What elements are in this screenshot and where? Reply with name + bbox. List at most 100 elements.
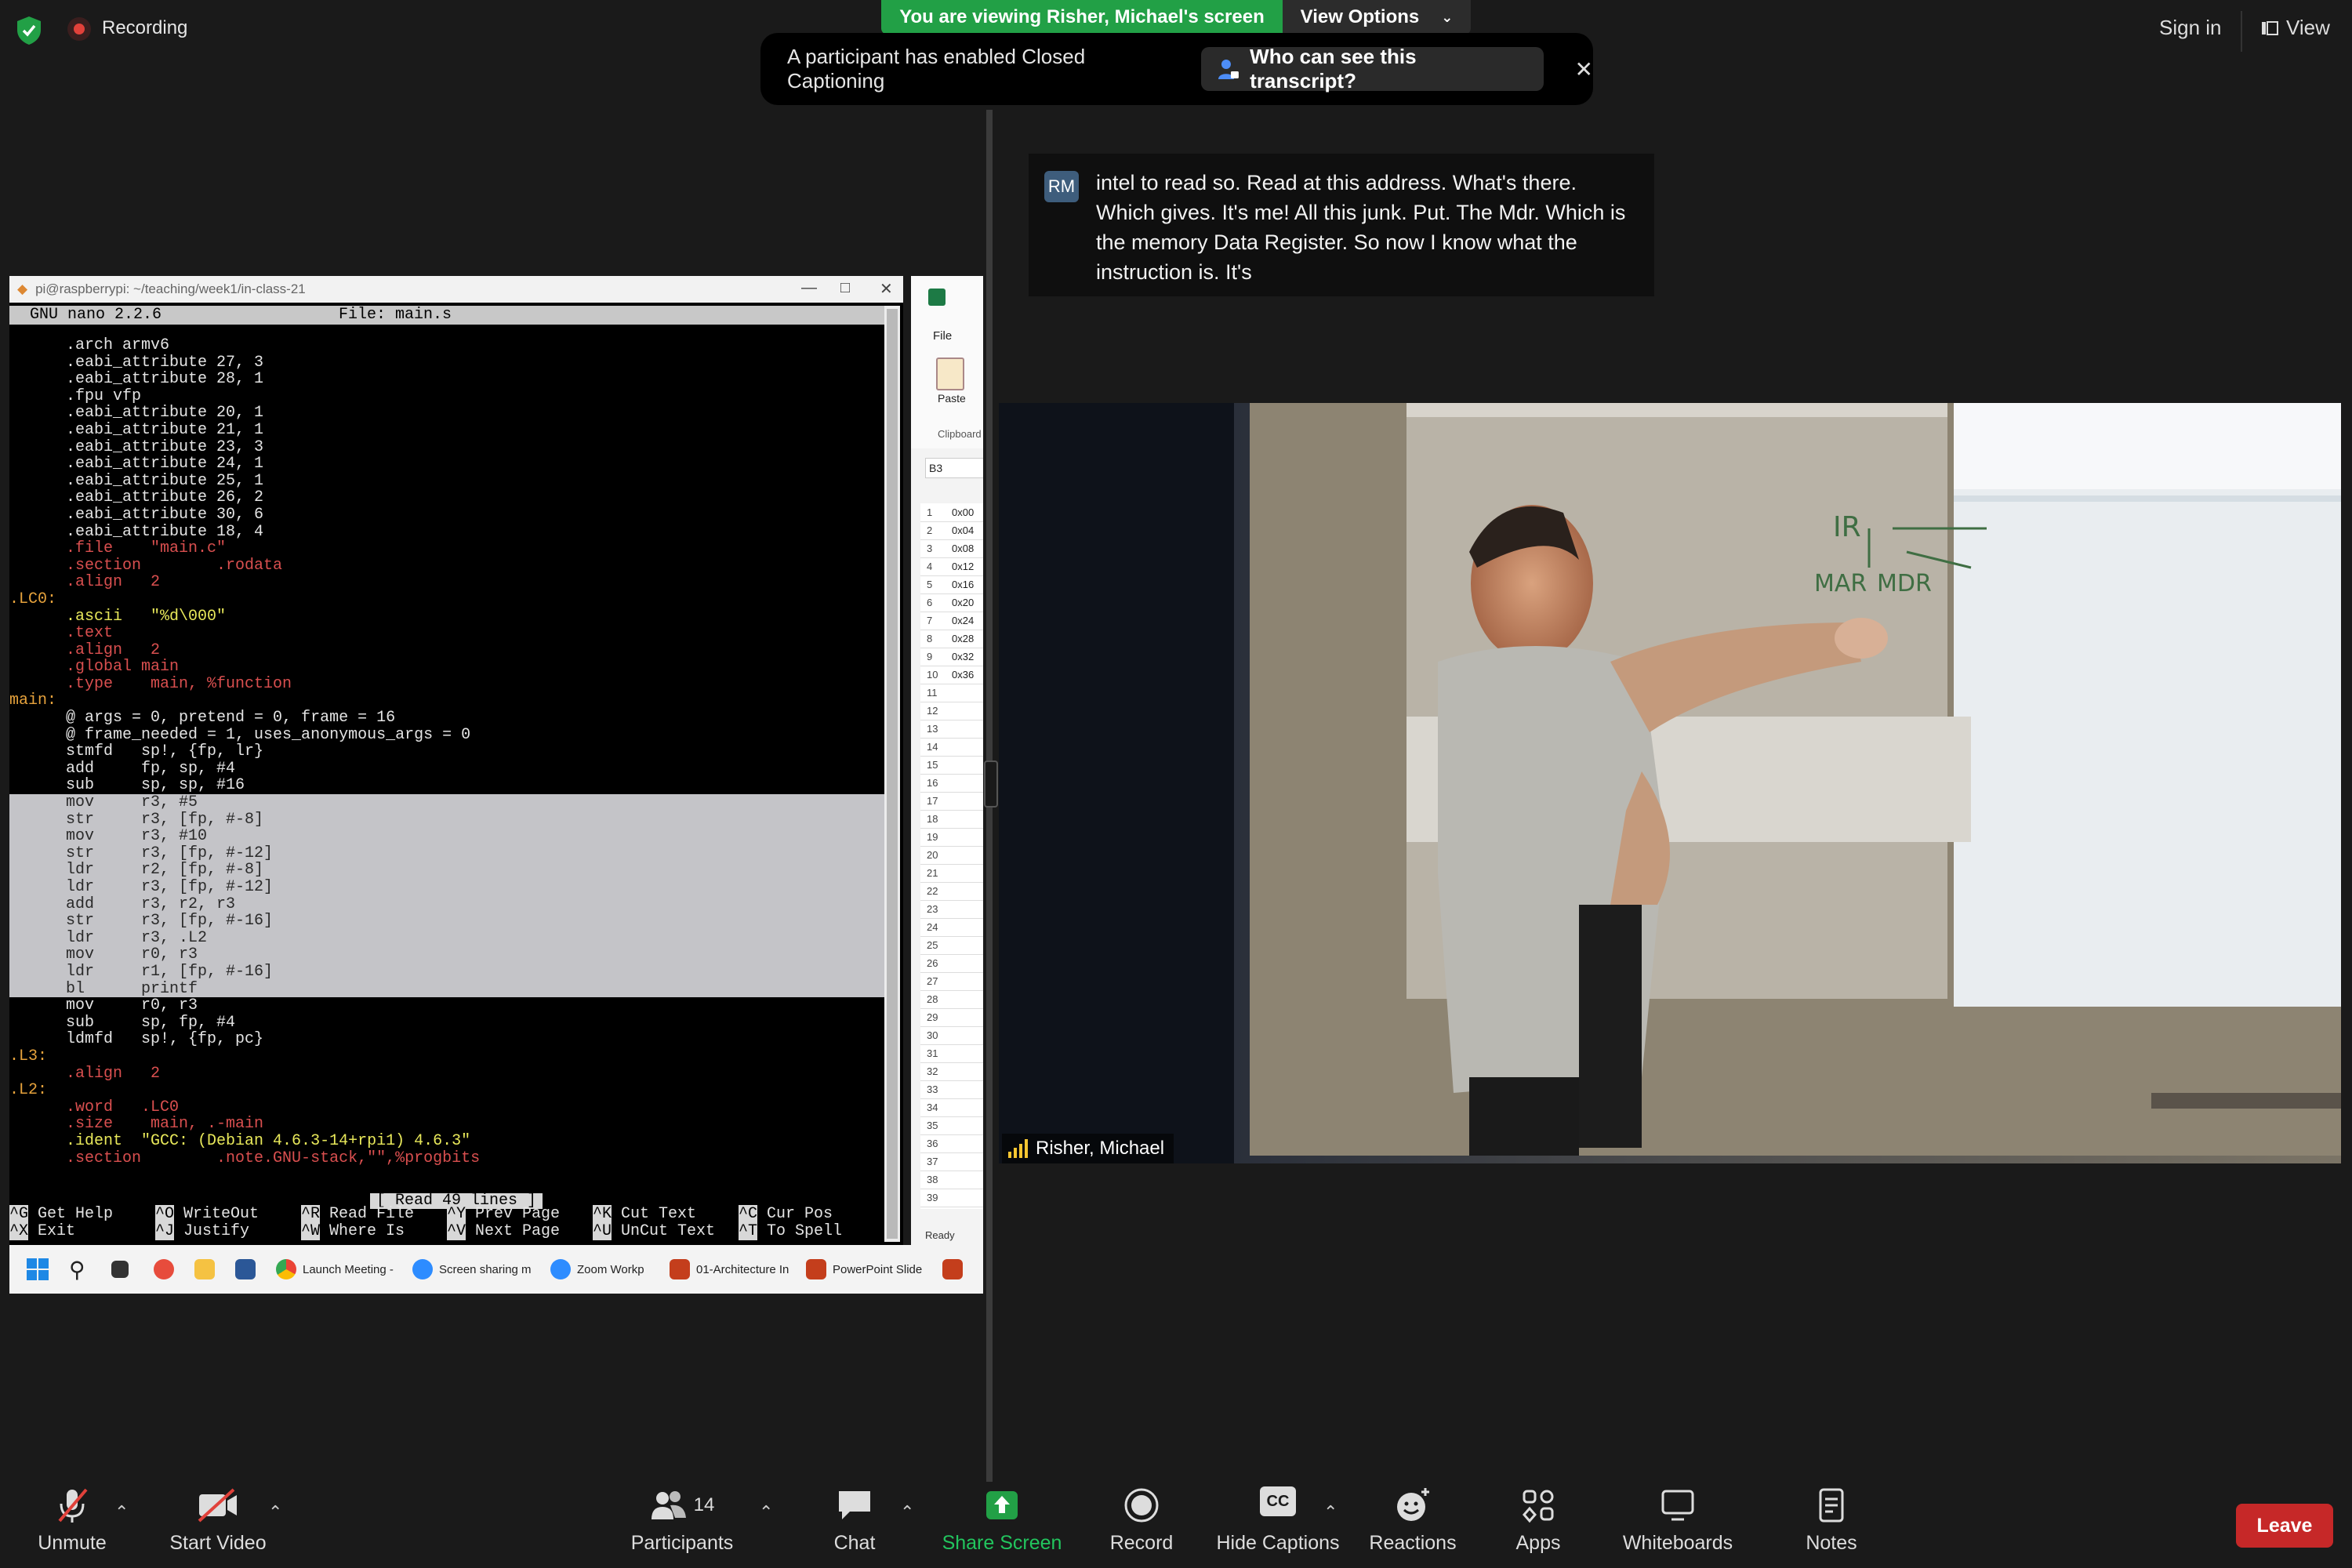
view-label: View [2286,16,2330,39]
excel-row[interactable]: 39 [920,1189,983,1207]
excel-row[interactable]: 7 0x24 [920,612,983,630]
window-close-icon[interactable]: ✕ [880,279,893,299]
excel-row[interactable]: 16 [920,774,983,793]
windows-start-icon[interactable] [27,1245,49,1294]
excel-row[interactable]: 8 0x28 [920,630,983,648]
excel-row[interactable]: 37 [920,1152,983,1171]
excel-row[interactable]: 38 [920,1171,983,1189]
taskbar-architecture-pptx[interactable]: 01-Architecture In [670,1245,789,1294]
view-options-button[interactable]: View Options ⌄ [1283,0,1471,34]
notes-button[interactable]: Notes [1761,1486,1902,1555]
excel-row[interactable]: 11 [920,684,983,702]
start-video-button[interactable]: Start Video [147,1486,289,1555]
share-screen-button[interactable]: Share Screen [931,1486,1073,1555]
excel-row[interactable]: 22 [920,882,983,901]
excel-cell[interactable]: 0x32 [952,651,974,662]
speaker-video[interactable]: IR MAR MDR [999,403,2341,1163]
split-drag-handle[interactable] [984,760,998,808]
close-icon[interactable]: ✕ [1575,56,1593,82]
taskbar-screen-sharing[interactable]: Screen sharing m [412,1245,532,1294]
excel-row[interactable]: 36 [920,1134,983,1153]
video-options-caret-icon[interactable]: ⌃ [268,1502,282,1523]
chevron-down-icon: ⌄ [1441,9,1454,25]
excel-row[interactable]: 1 0x00 [920,503,983,522]
excel-row[interactable]: 32 [920,1062,983,1081]
excel-cell[interactable]: 0x28 [952,633,974,644]
whiteboards-button[interactable]: Whiteboards [1607,1486,1748,1555]
excel-row[interactable]: 2 0x04 [920,521,983,540]
chat-caret-icon[interactable]: ⌃ [900,1502,914,1523]
excel-file-tab[interactable]: File [933,329,952,343]
excel-row[interactable]: 10 0x36 [920,666,983,684]
minimize-icon[interactable]: — [801,279,817,297]
excel-cell[interactable]: 0x36 [952,669,974,681]
excel-row[interactable]: 14 [920,738,983,757]
store-icon[interactable] [235,1245,256,1294]
leave-button[interactable]: Leave [2236,1504,2333,1548]
excel-cell[interactable]: 0x12 [952,561,974,572]
shortcut-key: ^G [9,1205,29,1223]
excel-row[interactable]: 24 [920,918,983,937]
code-area[interactable]: .arch armv6 .eabi_attribute 27, 3 .eabi_… [9,337,886,1167]
excel-row[interactable]: 21 [920,864,983,883]
excel-row[interactable]: 33 [920,1080,983,1099]
search-icon[interactable]: ⚲ [69,1245,85,1294]
excel-row[interactable]: 3 0x08 [920,539,983,558]
excel-row[interactable]: 20 [920,846,983,865]
apps-button[interactable]: Apps [1468,1486,1609,1555]
excel-row[interactable]: 34 [920,1098,983,1117]
code-line: .eabi_attribute 18, 4 [9,522,264,541]
excel-name-box[interactable]: B3 [925,458,983,478]
task-view-icon[interactable] [111,1245,129,1294]
participants-caret-icon[interactable]: ⌃ [759,1502,773,1523]
file-explorer-icon[interactable] [194,1245,215,1294]
excel-row[interactable]: 28 [920,990,983,1009]
captions-caret-icon[interactable]: ⌃ [1323,1502,1338,1523]
excel-row[interactable]: 13 [920,720,983,739]
excel-cell[interactable]: 0x24 [952,615,974,626]
whiteboard-mdr: MDR [1877,570,1932,597]
excel-row[interactable]: 19 [920,828,983,847]
reactions-button[interactable]: Reactions [1342,1486,1483,1555]
nano-terminal[interactable]: GNU nano 2.2.6 File: main.s .arch armv6 … [9,303,903,1245]
view-button[interactable]: View [2261,16,2330,40]
paste-icon[interactable] [936,358,964,390]
excel-row[interactable]: 35 [920,1116,983,1135]
excel-cell[interactable]: 0x16 [952,579,974,590]
powerpoint-icon[interactable] [942,1245,963,1294]
taskbar-powerpoint-slide[interactable]: PowerPoint Slide [806,1245,922,1294]
notification-app-icon[interactable] [154,1245,174,1294]
excel-cell[interactable]: 0x00 [952,506,974,518]
excel-cell[interactable]: 0x04 [952,524,974,536]
excel-row[interactable]: 18 [920,810,983,829]
excel-grid[interactable]: 1 0x00 2 0x04 3 0x08 4 0x12 5 0x16 6 0x20 7 0x24 8 0x28… [920,503,983,1209]
record-button[interactable]: Record [1071,1486,1212,1555]
excel-row[interactable]: 29 [920,1008,983,1027]
participants-label: Participants [630,1532,734,1554]
maximize-icon[interactable]: □ [840,279,850,297]
excel-row[interactable]: 15 [920,756,983,775]
taskbar-zoom-workplace[interactable]: Zoom Workp [550,1245,644,1294]
security-shield-icon[interactable] [16,16,42,45]
excel-row[interactable]: 27 [920,972,983,991]
code-line: mov r3, #5 [9,794,886,811]
excel-row[interactable]: 25 [920,936,983,955]
sign-in-button[interactable]: Sign in [2159,16,2222,40]
excel-row[interactable]: 31 [920,1044,983,1063]
participants-button[interactable]: 14 Participants [612,1486,753,1555]
excel-row[interactable]: 6 0x20 [920,593,983,612]
excel-row[interactable]: 5 0x16 [920,575,983,594]
excel-row[interactable]: 12 [920,702,983,720]
audio-options-caret-icon[interactable]: ⌃ [114,1502,129,1523]
excel-cell[interactable]: 0x20 [952,597,974,608]
excel-row[interactable]: 9 0x32 [920,648,983,666]
who-can-see-transcript-button[interactable]: Who can see this transcript? [1201,45,1544,93]
excel-row[interactable]: 30 [920,1026,983,1045]
excel-row[interactable]: 4 0x12 [920,557,983,576]
terminal-scroll-thumb[interactable] [887,309,898,1239]
excel-cell[interactable]: 0x08 [952,543,974,554]
excel-row[interactable]: 17 [920,792,983,811]
excel-row[interactable]: 23 [920,900,983,919]
excel-row[interactable]: 26 [920,954,983,973]
taskbar-launch-meeting[interactable]: Launch Meeting - [276,1245,394,1294]
